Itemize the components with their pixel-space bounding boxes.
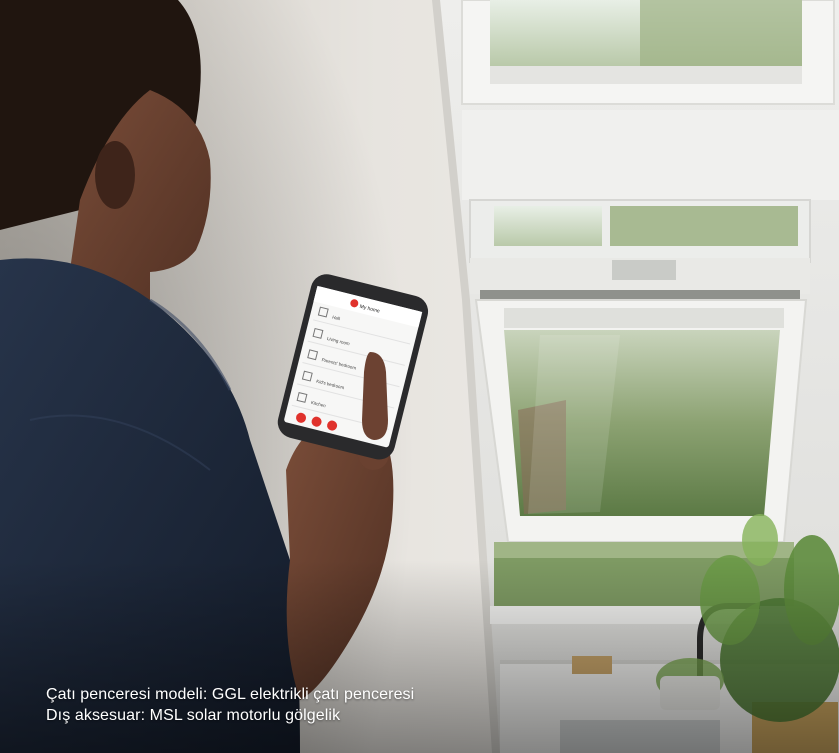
caption-line-accessory: Dış aksesuar: MSL solar motorlu gölgelik [46, 707, 341, 724]
caption-line-model: Çatı penceresi modeli: GGL elektrikli ça… [46, 686, 415, 703]
room-photo: My home Hall Living room Parents' bedroo… [0, 0, 839, 753]
thumb [362, 352, 388, 440]
image-caption: Çatı penceresi modeli: GGL elektrikli ça… [46, 684, 414, 726]
ceiling-band [462, 110, 839, 200]
upper-window [461, 0, 835, 105]
photo-scene: My home Hall Living room Parents' bedroo… [0, 0, 839, 753]
